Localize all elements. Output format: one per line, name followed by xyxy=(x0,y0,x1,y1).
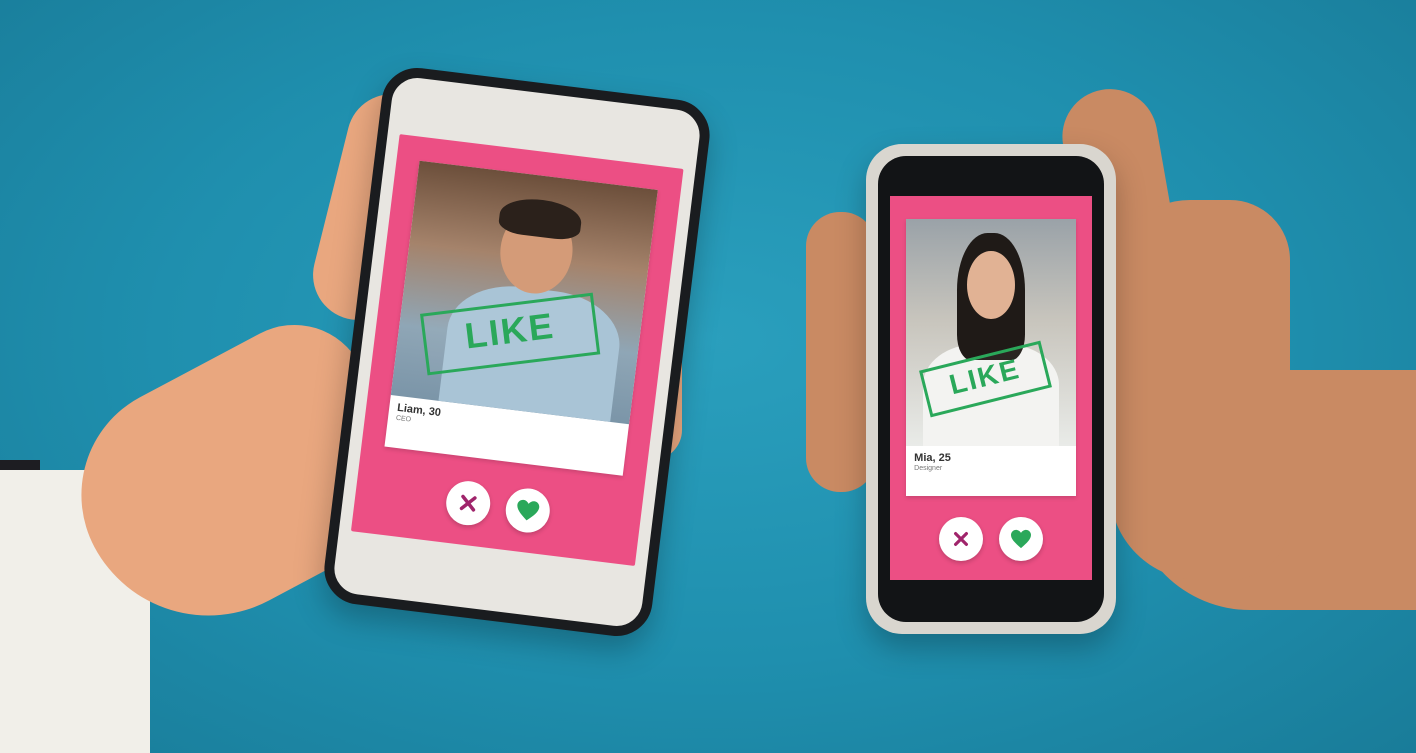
x-icon xyxy=(954,531,968,546)
profile-photo: LIKE xyxy=(390,160,658,425)
profile-occupation: Designer xyxy=(914,464,943,472)
right-phone-screen: LIKE Mia, 25 Designer xyxy=(890,196,1092,580)
profile-card[interactable]: LIKE Mia, 25 Designer xyxy=(906,219,1076,496)
heart-icon xyxy=(517,499,540,521)
right-palm xyxy=(1110,200,1290,580)
face xyxy=(967,250,1015,319)
like-button[interactable] xyxy=(503,485,553,536)
right-phone: LIKE Mia, 25 Designer xyxy=(866,144,1116,634)
dislike-button[interactable] xyxy=(443,478,493,528)
left-phone-screen: LIKE Liam, 30 CEO xyxy=(350,134,684,566)
profile-photo: LIKE xyxy=(906,219,1076,446)
profile-card[interactable]: LIKE Liam, 30 CEO xyxy=(384,160,658,476)
left-phone: LIKE Liam, 30 CEO xyxy=(320,63,714,641)
x-icon xyxy=(459,494,477,512)
profile-name: Mia, 25 xyxy=(914,451,951,464)
profile-info: Mia, 25 Designer xyxy=(906,446,1076,496)
swipe-actions xyxy=(890,516,1092,561)
swipe-actions xyxy=(353,468,642,547)
like-button[interactable] xyxy=(999,516,1043,561)
photo-scene: LIKE Liam, 30 CEO LIKE Mia, 25 Designer xyxy=(0,0,1416,753)
dislike-button[interactable] xyxy=(939,516,983,561)
heart-icon xyxy=(1011,529,1031,548)
